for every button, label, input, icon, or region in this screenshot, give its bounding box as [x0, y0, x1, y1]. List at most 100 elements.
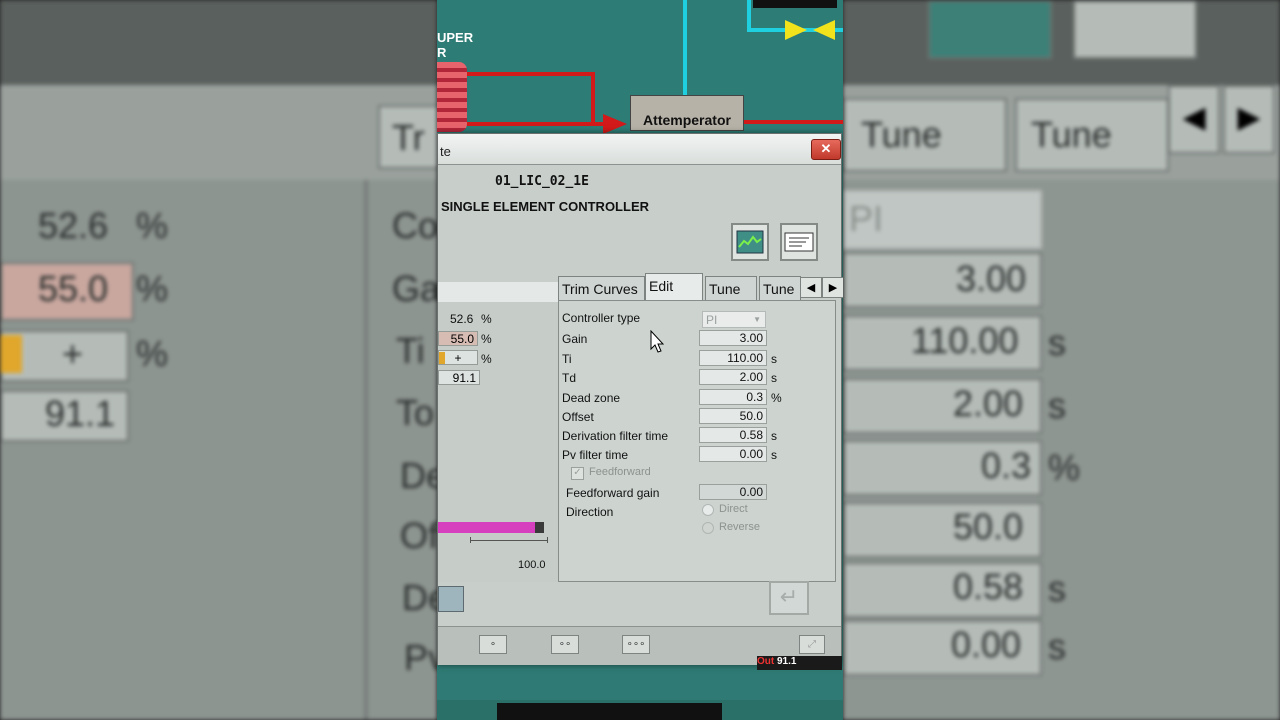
footer-button-2[interactable]: ∘∘ [551, 635, 579, 654]
pv-filter-unit: s [771, 448, 777, 462]
process-values-panel: 52.6 % 55.0 % + % 91.1 100.0 [438, 282, 558, 582]
superheater-label: UPER R [437, 30, 473, 60]
bg-label-2: Ti [396, 330, 425, 371]
footer-button-3[interactable]: ∘∘∘ [622, 635, 650, 654]
tab-tune-2[interactable]: Tune [759, 276, 801, 300]
out-field[interactable]: + [438, 350, 478, 365]
bg-header-band [0, 85, 437, 180]
bg-right-arrow-left: ◀ [1168, 85, 1220, 154]
gain-field[interactable]: 3.00 [699, 330, 767, 346]
feedforward-checkbox[interactable]: ✓ [571, 467, 584, 480]
tab-scroll-right-button[interactable]: ▶ [822, 277, 843, 298]
resize-icon: ⤢ [808, 639, 816, 650]
bg-right-select: PI [843, 190, 1042, 249]
superheater-label-line1: UPER [437, 30, 474, 45]
controller-tag: 01_LIC_02_1E [495, 174, 589, 189]
bg-out-fill [0, 335, 22, 373]
faceplate-icon [784, 232, 814, 252]
bg-value-1: 52.6 [38, 205, 109, 246]
bg-right-value-0: 3.00 [956, 258, 1027, 299]
red-pipe-lower [467, 122, 607, 126]
out-readout-value: 91.1 [777, 656, 797, 667]
bg-top-band [0, 0, 437, 85]
trend-button[interactable] [731, 223, 769, 261]
bg-right-value-3: 0.3 [981, 445, 1032, 486]
direction-label: Direction [566, 505, 614, 519]
controller-type-select[interactable]: PI ▼ [702, 311, 766, 328]
footer-button-1[interactable]: ∘ [479, 635, 507, 654]
feedforward-gain-field[interactable]: 0.00 [699, 484, 767, 500]
reverse-radio[interactable] [702, 522, 714, 534]
side-button[interactable] [438, 586, 464, 612]
cyan-pipe-vertical [683, 0, 687, 96]
dead-zone-field[interactable]: 0.3 [699, 389, 767, 405]
out-readout: Out 91.1 [757, 656, 842, 670]
gain-label: Gain [562, 332, 588, 346]
bg-divider [365, 180, 367, 720]
bg-tab-box: Tr [378, 105, 437, 169]
bg-value-3: + [62, 333, 84, 374]
pv-filter-label: Pv filter time [562, 448, 629, 462]
cyan-pipe-right-vertical [747, 0, 751, 30]
pv-value: 52.6 [450, 312, 474, 326]
bg-right-tab-2: Tune [1015, 98, 1169, 172]
sp-unit: % [481, 332, 492, 346]
tab-trim-curves[interactable]: Trim Curves [558, 276, 645, 300]
trend-icon [736, 230, 764, 254]
footer-resize-button[interactable]: ⤢ [799, 635, 825, 654]
sp-field[interactable]: 55.0 [438, 331, 478, 346]
check-icon: ✓ [573, 467, 582, 478]
red-pipe-vertical [591, 72, 595, 124]
close-button[interactable]: ✕ [811, 139, 841, 160]
tab-tune-1[interactable]: Tune [705, 276, 757, 300]
controller-type-value: PI [706, 313, 718, 327]
faceplate-button[interactable] [780, 223, 818, 261]
controller-type-label: Controller type [562, 311, 641, 325]
tab-scroll-left-button[interactable]: ◀ [800, 277, 822, 298]
ti-label: Ti [562, 352, 572, 366]
offset-field[interactable]: 50.0 [699, 408, 767, 424]
td-field[interactable]: 2.00 [699, 369, 767, 385]
derivation-filter-unit: s [771, 429, 777, 443]
dialog-titlebar[interactable]: te ✕ [438, 134, 841, 165]
offset-label: Offset [562, 410, 594, 424]
valve-icon-left [785, 20, 807, 40]
bg-unit-2: % [136, 268, 169, 309]
pv-unit: % [481, 312, 492, 326]
bar-tick-right [547, 537, 548, 543]
tune-parameters-panel: Controller type PI ▼ Gain 3.00 Ti 110.00… [558, 300, 836, 582]
red-pipe-horizontal [467, 72, 595, 76]
tab-edit[interactable]: Edit [645, 273, 703, 300]
bg-right-value-4: 50.0 [953, 506, 1024, 547]
bg-label-3: To [396, 392, 435, 433]
attemperator-block[interactable]: Attemperator [630, 95, 744, 131]
direct-radio[interactable] [702, 504, 714, 516]
bg-tab-text: Tr [392, 117, 425, 158]
bg-right-unit-6: s [1048, 626, 1066, 667]
dead-zone-unit: % [771, 391, 782, 405]
pv-filter-field[interactable]: 0.00 [699, 446, 767, 462]
bg-right-tab-2-text: Tune [1031, 114, 1112, 155]
bg-right-tab-1: Tune [843, 98, 1007, 172]
bar-scale [470, 540, 548, 541]
screen-crop: UPER R Attemperator te ✕ 01_LIC_02_1E SI… [437, 0, 843, 720]
apply-button[interactable]: ↵ [769, 581, 809, 615]
bg-right-unit-3: % [1048, 447, 1081, 488]
derivation-filter-field[interactable]: 0.58 [699, 427, 767, 443]
process-values-header [438, 282, 558, 302]
output-bar-fill [438, 522, 535, 533]
enter-icon: ↵ [779, 584, 799, 609]
bg-label-5: Of [400, 515, 437, 556]
bg-right-unit-2: s [1048, 385, 1066, 426]
reverse-label: Reverse [719, 521, 760, 533]
total-field: 91.1 [438, 370, 480, 385]
bg-right-unit-1: s [1048, 322, 1066, 363]
arrow-left-icon: ◀ [806, 282, 816, 294]
td-unit: s [771, 371, 777, 385]
ti-field[interactable]: 110.00 [699, 350, 767, 366]
bar-max-label: 100.0 [518, 559, 546, 571]
bg-right-value-2: 2.00 [953, 383, 1024, 424]
out-readout-label: Out [757, 656, 775, 667]
bg-right-value-6: 0.00 [951, 624, 1022, 665]
dialog-title: te [440, 144, 451, 159]
